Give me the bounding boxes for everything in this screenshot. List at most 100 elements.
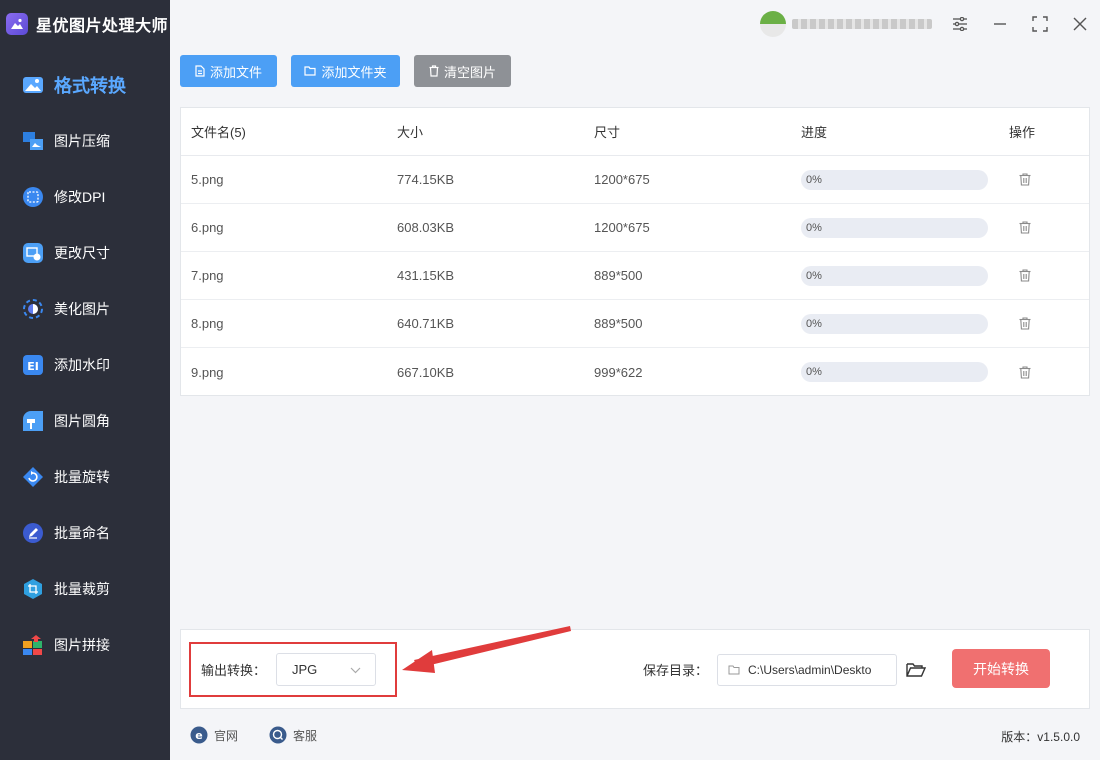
sidebar-item-2[interactable]: 图片压缩 xyxy=(0,113,170,169)
cell-file-name: 8.png xyxy=(191,316,224,331)
delete-row-icon[interactable] xyxy=(1017,220,1033,236)
output-format-value: JPG xyxy=(292,662,318,677)
sidebar-item-4[interactable]: 更改尺寸 xyxy=(0,225,170,281)
sidebar-item-label: 图片压缩 xyxy=(54,133,110,149)
progress-bar: 0% xyxy=(801,313,988,334)
cell-file-name: 9.png xyxy=(191,364,224,380)
sidebar-item-8[interactable]: 批量旋转 xyxy=(0,449,170,505)
watermark-icon: EI xyxy=(20,352,46,378)
cell-file-size: 608.03KB xyxy=(397,220,455,235)
chat-support-icon xyxy=(269,726,287,744)
sidebar-item-10[interactable]: 批量裁剪 xyxy=(0,561,170,617)
app-title: 星优图片处理大师 xyxy=(36,18,169,35)
cell-file-name: 6.png xyxy=(191,220,224,235)
user-name-redacted xyxy=(792,19,932,29)
cell-file-size: 431.15KB xyxy=(397,268,455,283)
sidebar-item-label: 图片圆角 xyxy=(54,413,110,429)
table-row: 5.png 774.15KB 1200*675 0% xyxy=(181,156,1089,204)
sidebar-item-label: 图片拼接 xyxy=(54,637,110,653)
col-header-dims: 尺寸 xyxy=(594,125,621,140)
app-logo-icon xyxy=(6,13,28,35)
sidebar-item-label: 批量命名 xyxy=(54,525,110,541)
crop-icon xyxy=(20,576,46,602)
ie-globe-icon: e xyxy=(190,726,208,744)
save-dir-label: 保存目录： xyxy=(643,663,709,678)
table-body: 5.png 774.15KB 1200*675 0% 6.png 608.03KB 1200… xyxy=(181,156,1089,396)
round-corner-icon xyxy=(20,408,46,434)
delete-row-icon[interactable] xyxy=(1017,268,1033,284)
delete-row-icon[interactable] xyxy=(1017,364,1033,380)
sidebar-item-label: 更改尺寸 xyxy=(54,245,110,261)
user-avatar[interactable] xyxy=(760,11,786,37)
official-site-link[interactable]: e 官网 xyxy=(190,726,238,744)
progress-bar: 0% xyxy=(801,362,988,382)
cell-dimensions: 999*622 xyxy=(594,364,643,380)
table-row: 6.png 608.03KB 1200*675 0% xyxy=(181,204,1089,252)
support-link[interactable]: 客服 xyxy=(269,726,317,744)
file-icon xyxy=(195,65,205,77)
settings-sliders-icon[interactable] xyxy=(940,0,980,48)
chevron-down-icon xyxy=(350,662,361,677)
delete-row-icon[interactable] xyxy=(1017,172,1033,188)
table-row: 8.png 640.71KB 889*500 0% xyxy=(181,300,1089,348)
progress-label: 0% xyxy=(806,269,822,282)
rotate-icon xyxy=(20,464,46,490)
clear-images-button[interactable]: 清空图片 xyxy=(414,55,511,87)
window-titlebar xyxy=(760,0,1100,48)
output-format-select[interactable]: JPG xyxy=(276,653,376,686)
main-panel: 添加文件 添加文件夹 清空图片 文件名(5) 大小 尺寸 进度 操作 5.png… xyxy=(170,0,1100,760)
app-brand: 星优图片处理大师 xyxy=(0,0,170,48)
sidebar-item-7[interactable]: 图片圆角 xyxy=(0,393,170,449)
sidebar-item-label: 批量旋转 xyxy=(54,469,110,485)
col-header-action: 操作 xyxy=(1009,125,1036,140)
app-window: 星优图片处理大师 格式转换图片压缩修改DPI 更改尺寸美化图片 EI 添加水印图片圆角… xyxy=(0,0,1100,760)
folder-outline-icon xyxy=(728,665,740,675)
beautify-icon xyxy=(20,296,46,322)
cell-dimensions: 889*500 xyxy=(594,316,643,331)
sidebar-item-label: 修改DPI xyxy=(54,189,106,205)
add-folder-button[interactable]: 添加文件夹 xyxy=(291,55,400,87)
progress-label: 0% xyxy=(806,366,822,378)
sidebar-item-6[interactable]: EI 添加水印 xyxy=(0,337,170,393)
sidebar-item-label: 添加水印 xyxy=(54,357,110,373)
stitch-icon xyxy=(20,632,46,658)
add-file-button[interactable]: 添加文件 xyxy=(180,55,277,87)
cell-file-name: 5.png xyxy=(191,172,224,187)
progress-bar: 0% xyxy=(801,217,988,238)
start-convert-button[interactable]: 开始转换 xyxy=(952,649,1050,688)
bottom-settings-panel: 输出转换： JPG 保存目录： C:\Users\admin\Deskto 开始… xyxy=(180,629,1090,709)
sidebar-item-1[interactable]: 格式转换 xyxy=(0,57,170,113)
progress-bar: 0% xyxy=(801,169,988,190)
progress-label: 0% xyxy=(806,173,822,186)
dpi-icon xyxy=(20,184,46,210)
maximize-icon[interactable] xyxy=(1020,0,1060,48)
col-header-progress: 进度 xyxy=(801,125,828,140)
browse-folder-icon[interactable] xyxy=(904,658,928,682)
table-row: 7.png 431.15KB 889*500 0% xyxy=(181,252,1089,300)
sidebar: 星优图片处理大师 格式转换图片压缩修改DPI 更改尺寸美化图片 EI 添加水印图片圆角… xyxy=(0,0,170,760)
add-folder-label: 添加文件夹 xyxy=(321,64,387,80)
version-text: 版本：v1.5.0.0 xyxy=(1001,730,1080,744)
minimize-icon[interactable] xyxy=(980,0,1020,48)
close-icon[interactable] xyxy=(1060,0,1100,48)
sidebar-item-9[interactable]: 批量命名 xyxy=(0,505,170,561)
cell-dimensions: 1200*675 xyxy=(594,172,650,187)
toolbar: 添加文件 添加文件夹 清空图片 xyxy=(180,55,525,87)
add-file-label: 添加文件 xyxy=(209,64,262,80)
save-dir-value: C:\Users\admin\Deskto xyxy=(748,663,872,677)
footer: e 官网 客服 版本：v1.5.0.0 xyxy=(170,720,1100,752)
delete-row-icon[interactable] xyxy=(1017,316,1033,332)
progress-label: 0% xyxy=(806,221,822,234)
save-dir-input[interactable]: C:\Users\admin\Deskto xyxy=(717,654,897,686)
sidebar-item-11[interactable]: 图片拼接 xyxy=(0,617,170,673)
folder-icon xyxy=(304,66,317,76)
official-site-label: 官网 xyxy=(214,728,239,743)
clear-images-label: 清空图片 xyxy=(443,64,496,80)
resize-icon xyxy=(20,240,46,266)
progress-label: 0% xyxy=(806,317,822,330)
sidebar-item-label: 美化图片 xyxy=(54,301,110,317)
sidebar-item-label: 批量裁剪 xyxy=(54,581,110,597)
support-label: 客服 xyxy=(293,728,318,743)
sidebar-item-3[interactable]: 修改DPI xyxy=(0,169,170,225)
sidebar-item-5[interactable]: 美化图片 xyxy=(0,281,170,337)
